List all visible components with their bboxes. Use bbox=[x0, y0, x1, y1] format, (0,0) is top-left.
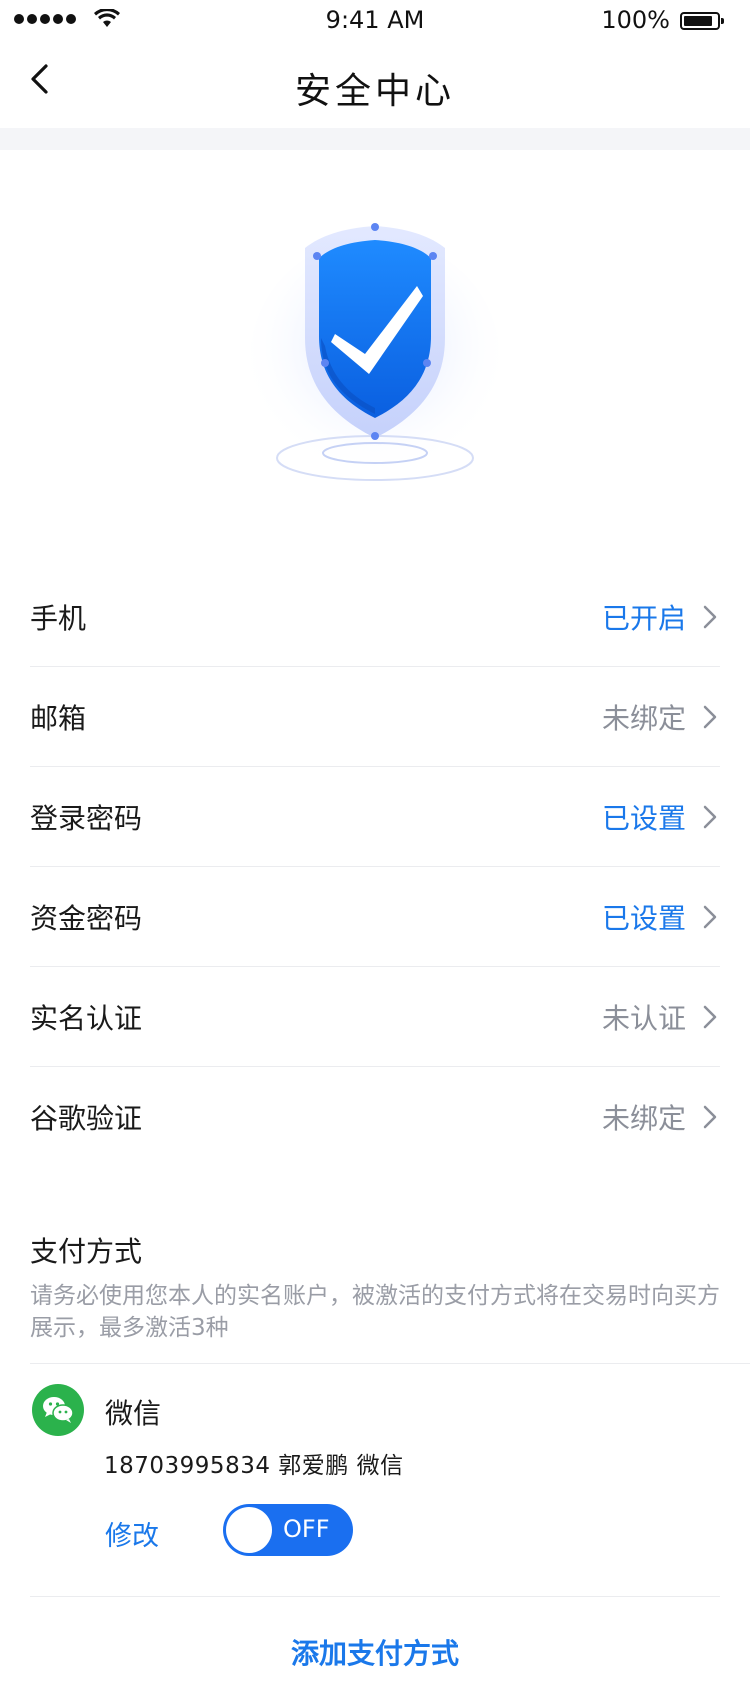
payment-activate-toggle[interactable]: OFF bbox=[223, 1504, 353, 1556]
wechat-icon bbox=[32, 1384, 84, 1436]
setting-label: 登录密码 bbox=[30, 802, 143, 835]
security-settings-list: 手机 已开启 邮箱 未绑定 登录密码 已设置 资金密码 已设置 实名认证 未认证… bbox=[30, 567, 720, 1167]
chevron-right-icon bbox=[703, 805, 717, 829]
setting-row-fund-password[interactable]: 资金密码 已设置 bbox=[30, 867, 720, 967]
page-title: 安全中心 bbox=[294, 71, 455, 112]
setting-status: 已设置 bbox=[601, 802, 686, 835]
setting-status: 已开启 bbox=[601, 602, 686, 635]
payment-card-divider bbox=[30, 1596, 720, 1597]
security-hero bbox=[0, 150, 750, 550]
battery-percentage: 100% bbox=[601, 6, 670, 34]
toggle-knob bbox=[226, 1507, 272, 1553]
chevron-left-icon bbox=[31, 64, 48, 94]
setting-label: 资金密码 bbox=[30, 902, 143, 935]
setting-row-login-password[interactable]: 登录密码 已设置 bbox=[30, 767, 720, 867]
setting-label: 实名认证 bbox=[30, 1002, 143, 1035]
setting-label: 手机 bbox=[30, 602, 87, 635]
edit-payment-button[interactable]: 修改 bbox=[105, 1514, 159, 1553]
security-shield-icon bbox=[250, 223, 500, 481]
chevron-right-icon bbox=[703, 905, 717, 929]
payment-section-title: 支付方式 bbox=[30, 1235, 143, 1268]
section-divider bbox=[0, 128, 750, 150]
setting-status: 未认证 bbox=[601, 1002, 686, 1035]
setting-status: 未绑定 bbox=[601, 702, 686, 735]
setting-row-google-auth[interactable]: 谷歌验证 未绑定 bbox=[30, 1067, 720, 1167]
setting-row-phone[interactable]: 手机 已开启 bbox=[30, 567, 720, 667]
setting-label: 谷歌验证 bbox=[30, 1102, 143, 1135]
status-bar: 9:41 AM 100% bbox=[0, 0, 750, 40]
nav-bar: 安全中心 bbox=[0, 40, 750, 128]
back-button[interactable] bbox=[20, 58, 70, 108]
setting-status: 已设置 bbox=[601, 902, 686, 935]
chevron-right-icon bbox=[703, 605, 717, 629]
chevron-right-icon bbox=[703, 1005, 717, 1029]
add-payment-method-button[interactable]: 添加支付方式 bbox=[0, 1632, 750, 1672]
payment-description: 请务必使用您本人的实名账户，被激活的支付方式将在交易时向买方展示，最多激活3种 bbox=[30, 1283, 720, 1341]
payment-method-card: 微信 18703995834 郭爱鹏 微信 修改 OFF bbox=[0, 1364, 750, 1594]
setting-row-email[interactable]: 邮箱 未绑定 bbox=[30, 667, 720, 767]
toggle-state-label: OFF bbox=[283, 1515, 330, 1543]
setting-row-real-name[interactable]: 实名认证 未认证 bbox=[30, 967, 720, 1067]
setting-status: 未绑定 bbox=[601, 1102, 686, 1135]
battery-icon bbox=[680, 12, 724, 30]
payment-method-name: 微信 bbox=[105, 1397, 162, 1430]
setting-label: 邮箱 bbox=[30, 702, 87, 735]
payment-account-info: 18703995834 郭爱鹏 微信 bbox=[104, 1453, 404, 1479]
chevron-right-icon bbox=[703, 1105, 717, 1129]
chevron-right-icon bbox=[703, 705, 717, 729]
